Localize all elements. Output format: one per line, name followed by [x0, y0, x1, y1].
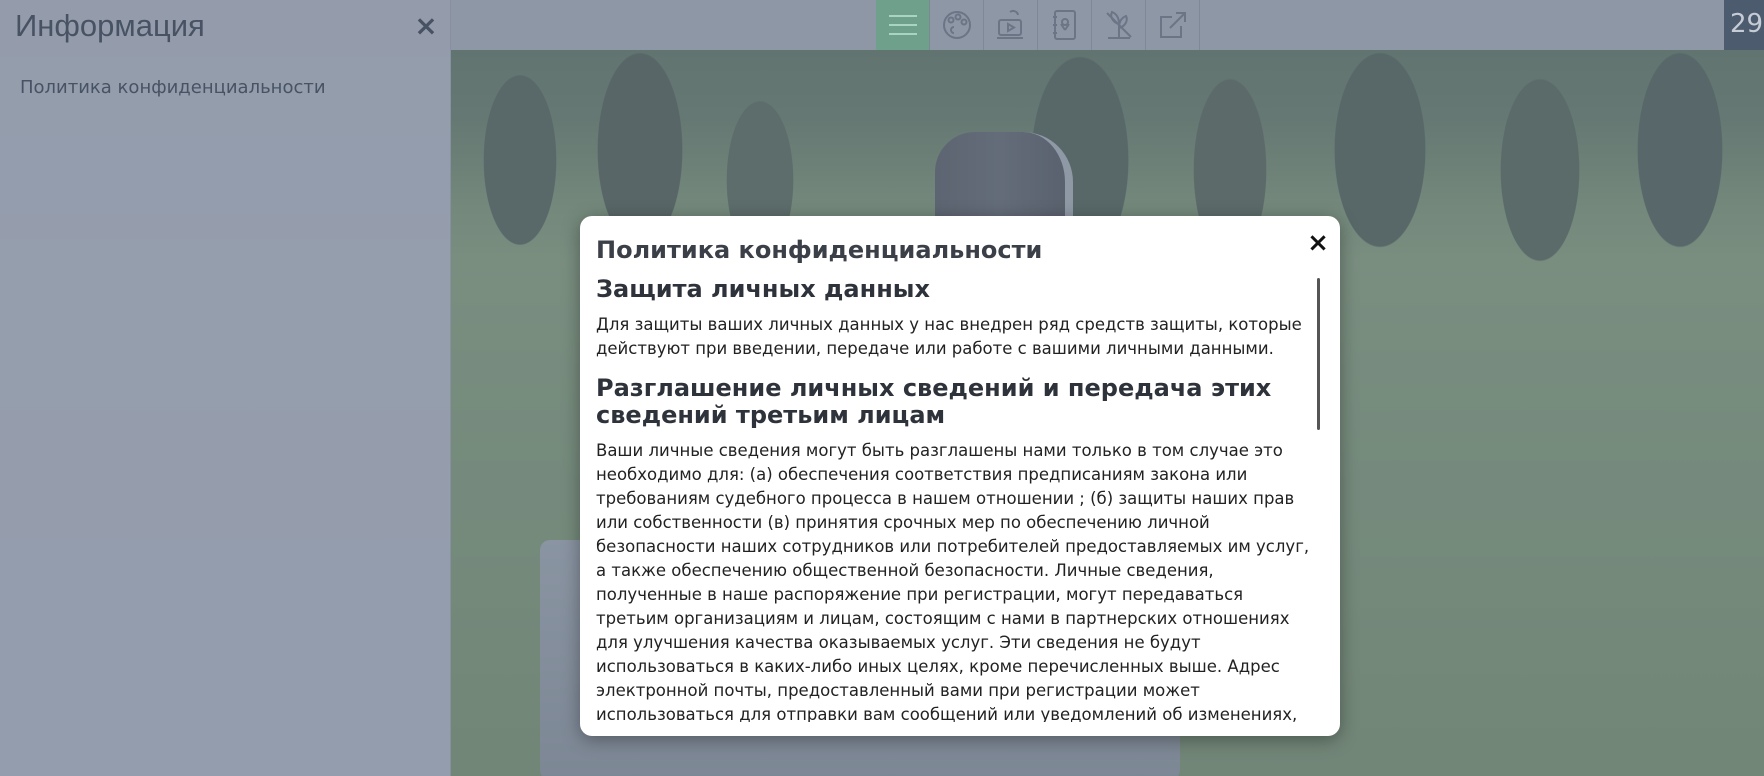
section-text: Для защиты ваших личных данных у нас вне… — [596, 315, 1302, 358]
menu-button[interactable] — [876, 0, 930, 50]
map-book-icon — [1052, 10, 1076, 40]
modal-body[interactable]: Защита личных данных Для защиты ваших ли… — [596, 276, 1314, 722]
plants-button[interactable] — [1092, 0, 1146, 50]
plants-icon — [1105, 10, 1132, 39]
modal-title: Политика конфиденциальности — [596, 236, 1043, 264]
info-panel: Информация × Политика конфиденциальности — [0, 0, 451, 776]
share-icon — [1159, 12, 1186, 38]
privacy-policy-link[interactable]: Политика конфиденциальности — [20, 77, 326, 98]
section-heading: Защита личных данных — [596, 276, 930, 303]
modal-scrollbar[interactable] — [1317, 278, 1320, 430]
palette-icon — [942, 11, 971, 39]
map-book-button[interactable] — [1038, 0, 1092, 50]
section-text: Ваши личные сведения могут быть разглаше… — [596, 441, 1310, 722]
close-icon[interactable]: × — [414, 12, 438, 40]
video-icon — [996, 9, 1023, 39]
share-button[interactable] — [1146, 0, 1200, 50]
menu-icon — [888, 15, 917, 35]
top-toolbar: 29 — [450, 0, 1764, 50]
panel-title: Информация — [15, 8, 205, 43]
privacy-policy-modal: Политика конфиденциальности × Защита лич… — [580, 216, 1340, 736]
section-heading: Разглашение личных сведений и передача э… — [596, 374, 1272, 429]
counter-badge: 29 — [1724, 0, 1764, 50]
modal-close-icon[interactable]: × — [1305, 230, 1331, 256]
palette-button[interactable] — [930, 0, 984, 50]
video-button[interactable] — [984, 0, 1038, 50]
